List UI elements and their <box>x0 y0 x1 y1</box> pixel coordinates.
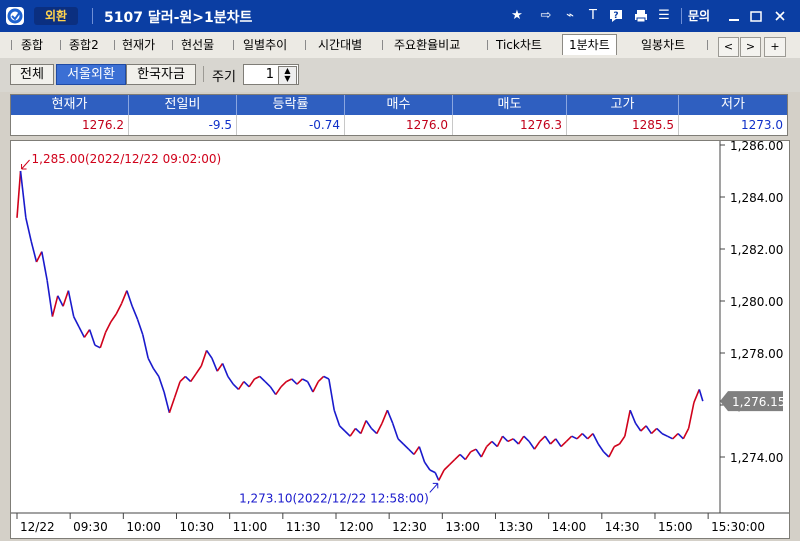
window-title: 5107 달러-원>1분차트 <box>104 10 253 26</box>
x-tick-label: 11:30 <box>286 520 321 534</box>
value-change-rate: -0.74 <box>237 115 345 135</box>
maximize-icon[interactable] <box>749 8 763 24</box>
list-icon[interactable]: ☰ <box>656 8 672 24</box>
link-icon[interactable]: ⌁ <box>562 8 578 24</box>
y-tick-label: 1,280.00 <box>730 295 783 309</box>
tab-summary[interactable]: 종합 <box>21 36 43 54</box>
tab-separator <box>60 40 61 50</box>
period-stepper[interactable]: 1 ▲ ▼ <box>243 64 299 85</box>
header-low: 저가 <box>679 95 787 115</box>
high-annotation: 1,285.00(2022/12/22 09:02:00) <box>32 152 222 166</box>
header-bid: 매수 <box>345 95 453 115</box>
value-bid: 1276.0 <box>345 115 453 135</box>
tab-tick-chart[interactable]: Tick차트 <box>496 36 542 54</box>
y-tick-label: 1,274.00 <box>730 451 783 465</box>
svg-text:?: ? <box>613 11 618 21</box>
minimize-icon[interactable] <box>727 8 741 24</box>
y-tick-label: 1,286.00 <box>730 141 783 153</box>
x-tick-label: 15:00 <box>658 520 693 534</box>
tab-separator <box>11 40 12 50</box>
app-logo-icon <box>6 7 24 25</box>
tab-scroll-left-button[interactable]: < <box>718 37 739 57</box>
title-bar: 외환 5107 달러-원>1분차트 ★ ⇨ ⌁ T ? ☰ 문의 <box>0 0 800 32</box>
inquiry-button[interactable]: 문의 <box>688 7 710 24</box>
tab-separator <box>487 40 488 50</box>
x-tick-label: 12:00 <box>339 520 374 534</box>
filter-kfc-button[interactable]: 한국자금 <box>126 64 196 85</box>
filter-seoul-fx-button[interactable]: 서울외환 <box>56 64 126 85</box>
tab-1min-chart[interactable]: 1분차트 <box>562 34 617 55</box>
x-tick-label: 11:00 <box>233 520 268 534</box>
x-tick-label: 09:30 <box>73 520 108 534</box>
title-separator <box>92 8 93 24</box>
header-change: 전일비 <box>129 95 237 115</box>
tab-summary2[interactable]: 종합2 <box>69 36 99 54</box>
tab-separator <box>707 40 708 50</box>
tab-separator <box>305 40 306 50</box>
value-low: 1273.0 <box>741 118 783 132</box>
chart-panel[interactable]: 1,286.00 1,284.00 1,282.00 1,280.00 1,278.00… <box>10 139 790 539</box>
tab-fx-compare[interactable]: 주요환율비교 <box>394 36 460 54</box>
period-value[interactable]: 1 <box>244 65 274 84</box>
export-icon[interactable]: ⇨ <box>537 8 555 24</box>
tab-daily-trend[interactable]: 일별추이 <box>243 36 287 54</box>
x-tick-label: 13:30 <box>498 520 533 534</box>
title-separator <box>681 8 682 24</box>
header-ask: 매도 <box>453 95 567 115</box>
tab-spot-futures[interactable]: 현선물 <box>181 36 214 54</box>
current-value-label: 1,276.15 <box>732 395 785 409</box>
value-ask: 1276.3 <box>453 115 567 135</box>
tab-scroll-right-button[interactable]: > <box>740 37 761 57</box>
header-high: 고가 <box>567 95 679 115</box>
header-change-rate: 등락률 <box>237 95 345 115</box>
x-tick-label: 12/22 <box>20 520 55 534</box>
x-tick-label: 10:30 <box>179 520 214 534</box>
tab-separator <box>172 40 173 50</box>
tab-by-time[interactable]: 시간대별 <box>318 36 362 54</box>
tab-separator <box>233 40 234 50</box>
print-icon[interactable] <box>633 8 649 24</box>
stepper-arrows-icon[interactable]: ▲ ▼ <box>278 66 297 85</box>
y-tick-label: 1,284.00 <box>730 191 783 205</box>
x-tick-label: 14:30 <box>605 520 640 534</box>
text-icon[interactable]: T <box>585 8 601 24</box>
price-chart[interactable]: 1,286.00 1,284.00 1,282.00 1,280.00 1,278.00… <box>11 139 789 538</box>
help-icon[interactable]: ? <box>608 8 624 24</box>
x-tick-label: 12:30 <box>392 520 427 534</box>
tab-bar: 종합 종합2 현재가 현선물 일별추이 시간대별 주요환율비교 Tick차트 1… <box>0 32 800 59</box>
tab-daily-chart[interactable]: 일봉차트 <box>641 36 685 54</box>
x-tick-label: 14:00 <box>552 520 587 534</box>
value-current-price: 1276.2 <box>11 115 129 135</box>
market-tag[interactable]: 외환 <box>34 7 78 25</box>
x-tick-label: 15:30:00 <box>711 520 765 534</box>
y-tick-label: 1,282.00 <box>730 243 783 257</box>
toolbar-separator <box>203 66 204 82</box>
tab-add-button[interactable]: + <box>764 37 786 57</box>
period-label: 주기 <box>212 70 236 85</box>
star-icon[interactable]: ★ <box>509 8 525 24</box>
tab-separator <box>114 40 115 50</box>
value-change: -9.5 <box>129 115 237 135</box>
x-tick-label: 13:00 <box>445 520 480 534</box>
x-tick-label: 10:00 <box>126 520 161 534</box>
header-current-price: 현재가 <box>11 95 129 115</box>
tab-separator <box>382 40 383 50</box>
tab-current-price[interactable]: 현재가 <box>122 36 155 54</box>
low-annotation: 1,273.10(2022/12/22 12:58:00) <box>239 491 429 505</box>
value-high: 1285.5 <box>567 115 679 135</box>
quote-table: 현재가 전일비 등락률 매수 매도 고가 저가 1276.2 -9.5 -0.7… <box>10 94 788 136</box>
filter-toolbar: 전체 서울외환 한국자금 주기 1 ▲ ▼ <box>0 58 800 92</box>
filter-all-button[interactable]: 전체 <box>10 64 54 85</box>
y-tick-label: 1,278.00 <box>730 347 783 361</box>
close-icon[interactable] <box>773 8 787 24</box>
